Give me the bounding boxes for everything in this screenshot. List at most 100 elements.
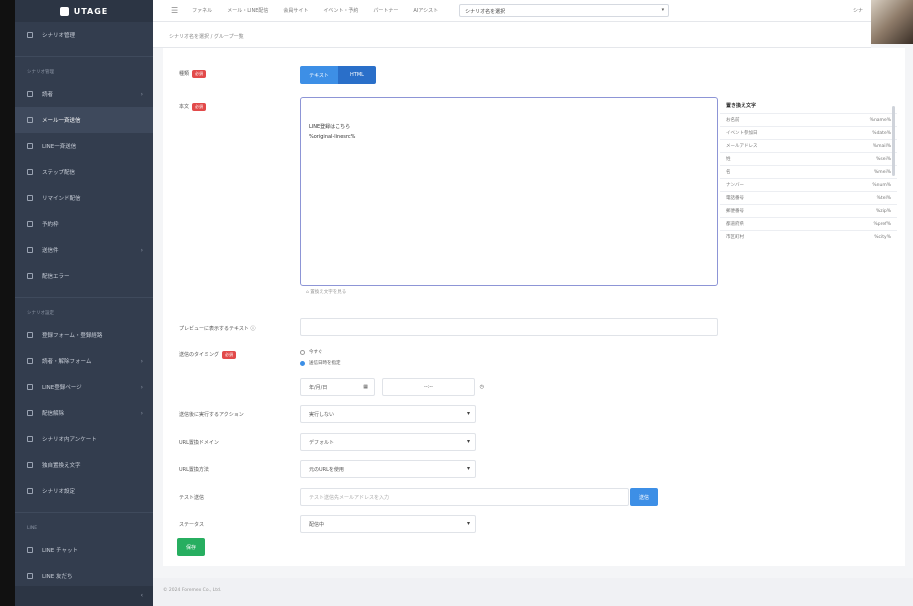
sidebar-item[interactable]: LINE チャット [15, 537, 153, 563]
type-html-button[interactable]: HTML [338, 66, 376, 84]
url-method-select[interactable]: 元のURLを使用 [300, 460, 476, 478]
preview-text-input[interactable] [300, 318, 718, 336]
app-logo[interactable]: UTAGE [15, 0, 153, 22]
sidebar-item-label: 読者・解除フォーム [42, 359, 92, 365]
sidebar-item[interactable]: ステップ配信 [15, 159, 153, 185]
sidebar-item-label: LINE登録ページ [42, 385, 82, 391]
sidebar: UTAGE シナリオ管理 シナリオ管理 読者 › メール一斉送信 LINE一斉送信 ステ… [15, 0, 153, 606]
required-badge: 必須 [192, 70, 207, 78]
clock-icon: ◷ [479, 384, 484, 390]
radio-selected-icon [300, 360, 305, 366]
menu-item-icon [27, 573, 33, 579]
action-select[interactable]: 実行しない [300, 405, 476, 423]
sidebar-item-label: LINE チャット [42, 548, 78, 554]
tag-name: 市区町村 [726, 235, 744, 240]
url-method-label: URL置換方法 [179, 467, 209, 473]
menu-icon[interactable]: ☰ [171, 6, 178, 15]
menu-item-icon [27, 221, 33, 227]
sidebar-item[interactable]: 独自置換え文字 [15, 452, 153, 478]
sidebar-item[interactable]: 配信エラー [15, 263, 153, 289]
sidebar-item-label: メール一斉送信 [42, 118, 81, 124]
sidebar-item[interactable]: 配信解除 › [15, 400, 153, 426]
chevron-right-icon: › [140, 90, 143, 98]
top-nav-item[interactable]: AIアシスト [413, 7, 438, 14]
tag-row[interactable]: イベント参加日 %date% [720, 126, 897, 139]
tag-code: %sei% [876, 156, 891, 162]
tag-name: イベント参加日 [726, 131, 758, 136]
tag-name: 電話番号 [726, 196, 744, 201]
tag-row[interactable]: 姓 %sei% [720, 152, 897, 165]
tag-code: %date% [872, 130, 891, 136]
time-input[interactable]: --:-- ◷ [382, 378, 484, 396]
list-icon [27, 32, 33, 38]
top-nav-item[interactable]: メール・LINE配信 [227, 7, 268, 14]
sidebar-item[interactable]: 読者・解除フォーム › [15, 348, 153, 374]
sidebar-item[interactable]: シナリオ設定 [15, 478, 153, 504]
preview-label: プレビューに表示するテキスト ⓘ [179, 326, 256, 332]
required-badge: 必須 [222, 351, 237, 359]
url-domain-select[interactable]: デフォルト [300, 433, 476, 451]
top-nav-item[interactable]: パートナー [373, 7, 398, 14]
url-domain-label: URL置換ドメイン [179, 440, 219, 446]
type-label-text: 種類 [179, 71, 190, 77]
tag-code: %pref% [873, 221, 891, 227]
top-nav-item[interactable]: イベント・予約 [323, 7, 358, 14]
tags-list: お名前 %name% イベント参加日 %date% メールアドレス %mail% 姓 %sei… [720, 113, 897, 243]
tags-scrollbar[interactable] [892, 106, 895, 176]
sidebar-item[interactable]: メール一斉送信 [15, 107, 153, 133]
menu-item-icon [27, 547, 33, 553]
sidebar-item[interactable]: 登録フォーム・登録経路 [15, 322, 153, 348]
required-badge: 必須 [192, 103, 207, 111]
message-form: 種類 必須 テキスト HTML 本文 必須 LINE登録はこちら %original… [163, 48, 905, 566]
sidebar-section-title: LINE [27, 525, 38, 531]
sidebar-item-label: 配信エラー [42, 274, 70, 280]
sidebar-item[interactable]: シナリオ内アンケート [15, 426, 153, 452]
tag-row[interactable]: 都道府県 %pref% [720, 217, 897, 230]
divider [15, 297, 153, 298]
status-select[interactable]: 配信中 [300, 515, 476, 533]
tag-code: %tel% [876, 195, 891, 201]
tag-row[interactable]: メールアドレス %mail% [720, 139, 897, 152]
sidebar-item-label: 予約枠 [42, 222, 59, 228]
breadcrumb[interactable]: シナリオ名を選択 / グループ一覧 [153, 22, 871, 48]
replacement-hint[interactable]: ⌂ 置換え文字を見る [306, 289, 346, 295]
body-textarea[interactable]: LINE登録はこちら %original-linesrc% [300, 97, 718, 286]
scenario-selector[interactable]: シナリオ名を選択 [459, 4, 670, 17]
sidebar-item[interactable]: 送信件 › [15, 237, 153, 263]
sidebar-item[interactable]: 予約枠 [15, 211, 153, 237]
tag-row[interactable]: 名 %mei% [720, 165, 897, 178]
timing-label: 送信のタイミング 必須 [179, 351, 237, 359]
timing-scheduled-radio[interactable]: 送信日時を指定 [300, 360, 341, 366]
test-send-button[interactable]: 送信 [630, 488, 658, 506]
save-button[interactable]: 保存 [177, 538, 205, 556]
tag-code: %mei% [874, 169, 891, 175]
timing-now-radio[interactable]: 今すぐ [300, 349, 323, 355]
type-text-button[interactable]: テキスト [300, 66, 338, 84]
tag-row[interactable]: 電話番号 %tel% [720, 191, 897, 204]
webcam-overlay [871, 0, 913, 44]
sidebar-item[interactable]: 読者 › [15, 81, 153, 107]
tag-row[interactable]: 郵便番号 %zip% [720, 204, 897, 217]
tag-row[interactable]: 市区町村 %city% [720, 230, 897, 243]
tag-row[interactable]: お名前 %name% [720, 113, 897, 126]
test-email-input[interactable]: テスト送信先メールアドレスを入力 [300, 488, 629, 506]
webcam-image [871, 0, 913, 44]
top-nav-item[interactable]: 会員サイト [283, 7, 308, 14]
date-input[interactable]: 年/月/日 ▦ [300, 378, 375, 396]
tag-row[interactable]: ナンバー %num% [720, 178, 897, 191]
tag-code: %name% [869, 117, 891, 123]
top-nav-item[interactable]: ファネル [192, 7, 212, 14]
divider [15, 56, 153, 57]
sidebar-collapse-button[interactable]: ‹ [15, 586, 153, 606]
timing-label-text: 送信のタイミング [179, 352, 220, 358]
menu-item-icon [27, 436, 33, 442]
menu-item-icon [27, 117, 33, 123]
tag-name: 姓 [726, 157, 731, 162]
sidebar-item-scenario-manage[interactable]: シナリオ管理 [15, 22, 153, 48]
sidebar-item-label: シナリオ管理 [42, 33, 76, 39]
sidebar-item[interactable]: LINE一斉送信 [15, 133, 153, 159]
user-menu[interactable]: シナ [853, 7, 863, 14]
chevron-right-icon: › [140, 357, 143, 365]
sidebar-item[interactable]: リマインド配信 [15, 185, 153, 211]
sidebar-item[interactable]: LINE登録ページ › [15, 374, 153, 400]
